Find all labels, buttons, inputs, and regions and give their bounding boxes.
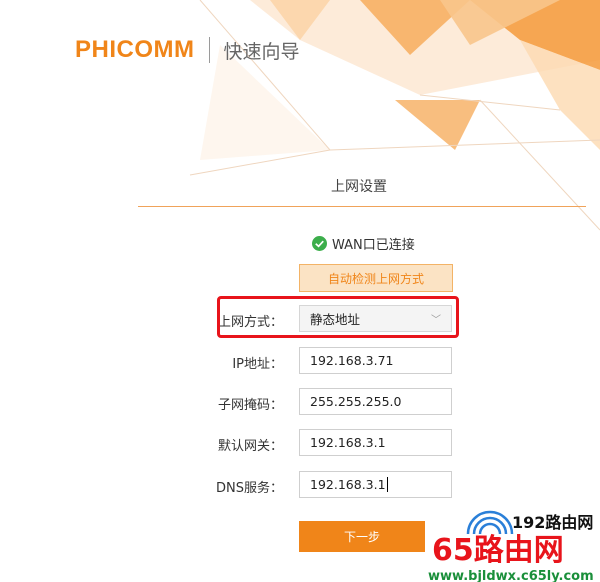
watermark-top-text: 192路由网 [512,513,593,532]
wizard-title: 快速向导 [223,40,300,63]
ip-value: 192.168.3.71 [310,353,394,368]
subnet-value: 255.255.255.0 [310,394,402,409]
gateway-value: 192.168.3.1 [310,435,386,450]
text-cursor [386,477,388,492]
auto-detect-button[interactable]: 自动检测上网方式 [299,264,453,292]
gateway-label: 默认网关： [217,439,283,454]
ip-label: IP地址： [232,357,283,372]
next-button[interactable]: 下一步 [299,521,425,552]
dns-value: 192.168.3.1 [310,477,386,492]
brand-divider [208,37,210,63]
highlight-box [217,296,459,338]
brand-header: PHICOMM 快速向导 [75,36,300,64]
wan-status: WAN口已连接 [312,234,415,253]
check-circle-icon [312,236,327,251]
wan-status-text: WAN口已连接 [332,238,415,253]
dns-label: DNS服务： [216,481,283,496]
gateway-input[interactable]: 192.168.3.1 [299,429,452,456]
section-divider [138,206,586,207]
subnet-label: 子网掩码： [217,398,283,413]
section-title: 上网设置 [331,179,387,195]
ip-input[interactable]: 192.168.3.71 [299,347,452,374]
phicomm-logo: PHICOMM [75,36,195,63]
dns-input[interactable]: 192.168.3.1 [299,471,452,498]
watermark-url-text: www.bjldwx.c65ly.com [428,569,594,582]
site-watermark: 192路由网 65路由网 www.bjldwx.c65ly.com [428,510,594,582]
watermark-main-text: 65路由网 [432,533,564,568]
subnet-input[interactable]: 255.255.255.0 [299,388,452,415]
